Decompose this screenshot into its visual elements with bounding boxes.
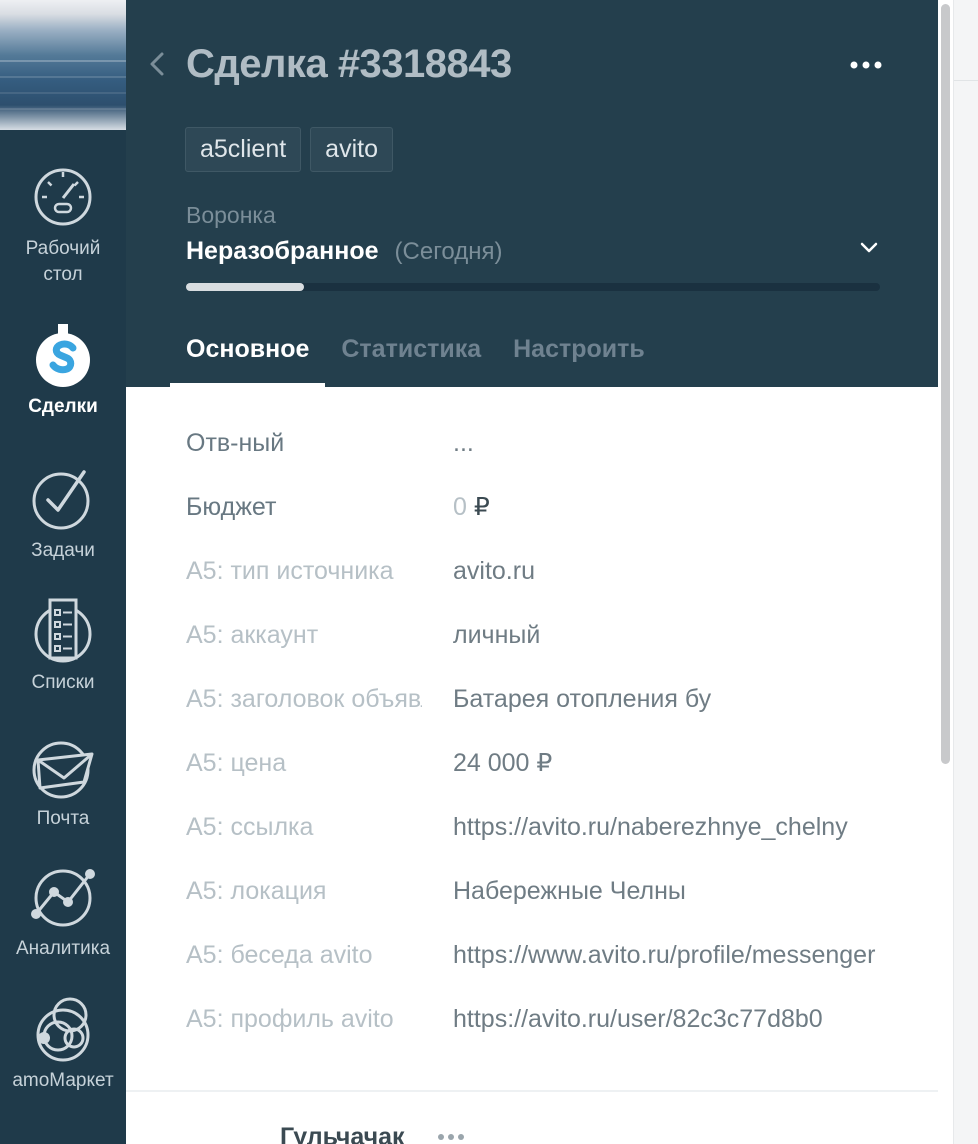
sidebar-item-amomarket[interactable]: amoМаркет	[0, 996, 126, 1094]
scrollbar-thumb[interactable]	[941, 4, 950, 764]
contact-more-icon[interactable]	[436, 1129, 466, 1144]
tab-settings[interactable]: Настроить	[497, 325, 661, 387]
field-label: A5: ссылка	[186, 813, 314, 841]
deal-header: Сделка #3318843 a5client avito Воронка Н…	[126, 0, 938, 387]
sidebar-item-label: Рабочий стол	[25, 238, 101, 285]
sidebar-item-deals[interactable]: Сделки	[0, 322, 126, 420]
field-row-location[interactable]: A5: локация Набережные Челны	[126, 860, 938, 924]
pipeline-progress-fill	[186, 283, 304, 291]
field-value[interactable]: https://avito.ru/naberezhnye_chelny	[453, 810, 880, 844]
field-row-avito-chat[interactable]: A5: беседа avito https://www.avito.ru/pr…	[126, 924, 938, 988]
field-label: A5: беседа avito	[186, 941, 373, 969]
field-label: A5: тип источника	[186, 557, 394, 585]
field-row-link[interactable]: A5: ссылка https://avito.ru/naberezhnye_…	[126, 796, 938, 860]
amomarket-circles-icon	[36, 997, 90, 1062]
field-label: A5: цена	[186, 749, 287, 777]
field-value[interactable]: avito.ru	[453, 554, 880, 588]
deal-fields: Отв-ный ... Бюджет 0 ₽ A5: тип источника…	[126, 412, 938, 1052]
sidebar-wallpaper-image	[0, 0, 126, 130]
sidebar-item-lists[interactable]: Списки	[0, 598, 126, 696]
field-row-avito-profile[interactable]: A5: профиль avito https://avito.ru/user/…	[126, 988, 938, 1052]
field-value[interactable]: 0 ₽	[453, 490, 880, 524]
field-row-source-type[interactable]: A5: тип источника avito.ru	[126, 540, 938, 604]
tasks-check-icon	[32, 470, 90, 530]
deals-dollar-icon	[36, 324, 90, 387]
page-title: Сделка #3318843	[186, 42, 512, 86]
field-row-account[interactable]: A5: аккаунт личный	[126, 604, 938, 668]
sidebar-item-label: Аналитика	[15, 938, 111, 959]
field-value[interactable]: https://www.avito.ru/profile/messenger	[453, 938, 880, 972]
pipeline-select[interactable]: Неразобранное (Сегодня)	[186, 235, 502, 268]
field-row-responsible[interactable]: Отв-ный ...	[126, 412, 938, 476]
chevron-down-icon[interactable]	[858, 238, 880, 258]
field-label: A5: локация	[186, 877, 327, 905]
section-divider	[126, 1090, 938, 1092]
field-value[interactable]: https://avito.ru/user/82c3c77d8b0	[453, 1002, 880, 1036]
field-label: Бюджет	[186, 493, 277, 521]
tag-list: a5client avito	[185, 127, 393, 172]
field-value[interactable]: ...	[453, 426, 880, 460]
tab-main[interactable]: Основное	[170, 325, 326, 387]
sidebar-item-label: Списки	[31, 672, 95, 693]
budget-currency: ₽	[473, 493, 490, 521]
field-label: A5: заголовок объявления	[186, 685, 422, 713]
field-row-budget[interactable]: Бюджет 0 ₽	[126, 476, 938, 540]
tag-a5client[interactable]: a5client	[185, 127, 302, 172]
sidebar-item-mail[interactable]: Почта	[0, 734, 126, 832]
contact-name[interactable]: Гульчачак	[280, 1120, 405, 1144]
pipeline-progress-bar	[186, 283, 880, 291]
mail-envelope-icon	[32, 741, 94, 799]
sidebar-item-tasks[interactable]: Задачи	[0, 466, 126, 564]
field-value[interactable]: Батарея отопления бу	[453, 682, 880, 716]
sidebar-item-dashboard[interactable]: Рабочий стол	[0, 164, 126, 288]
sidebar-item-label: Сделки	[28, 396, 98, 417]
sidebar-item-analytics[interactable]: Аналитика	[0, 864, 126, 962]
field-row-price[interactable]: A5: цена 24 000 ₽	[126, 732, 938, 796]
field-label: A5: аккаунт	[186, 621, 319, 649]
right-panel-edge	[953, 0, 978, 1144]
tag-avito[interactable]: avito	[310, 127, 393, 172]
left-sidebar: Рабочий стол Сделки Задачи Списки Почта …	[0, 0, 126, 1144]
pipeline-date: (Сегодня)	[394, 238, 503, 265]
analytics-chart-icon	[31, 869, 95, 927]
pipeline-stage: Неразобранное	[186, 237, 379, 265]
tab-statistics[interactable]: Статистика	[325, 325, 497, 387]
field-label: Отв-ный	[186, 429, 285, 457]
sidebar-item-label: Почта	[36, 808, 90, 829]
sidebar-item-label: amoМаркет	[12, 1070, 114, 1091]
pipeline-label: Воронка	[186, 202, 276, 228]
budget-amount: 0	[453, 493, 467, 521]
field-label: A5: профиль avito	[186, 1005, 394, 1033]
dashboard-gauge-icon	[34, 168, 92, 226]
lists-icon	[34, 598, 92, 663]
back-chevron-icon[interactable]	[146, 48, 168, 80]
tab-bar: Основное Статистика Настроить	[170, 325, 661, 387]
field-value[interactable]: Набережные Челны	[453, 874, 880, 908]
field-value[interactable]: личный	[453, 618, 880, 652]
field-value[interactable]: 24 000 ₽	[453, 746, 880, 780]
more-options-icon[interactable]	[846, 50, 886, 80]
sidebar-item-label: Задачи	[31, 540, 95, 561]
field-row-ad-title[interactable]: A5: заголовок объявления Батарея отоплен…	[126, 668, 938, 732]
